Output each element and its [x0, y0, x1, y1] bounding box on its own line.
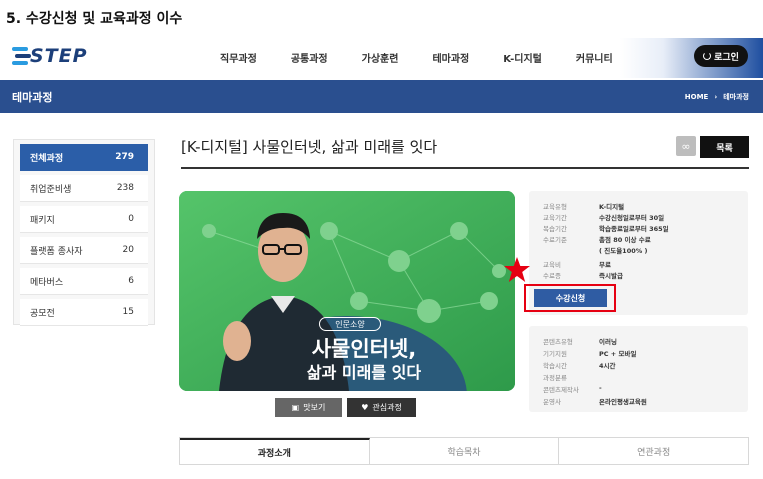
sidebar-item-label: 취업준비생 — [30, 184, 72, 195]
info-row-category: 과정분류 — [543, 374, 567, 382]
nav-item-community[interactable]: 커뮤니티 — [576, 50, 613, 65]
sidebar-item-label: 플랫폼 종사자 — [30, 246, 83, 257]
sidebar-item-contest[interactable]: 공모전 15 — [20, 299, 148, 326]
screen-icon: ▣ — [291, 403, 300, 412]
main-menu: 직무과정 공통과정 가상훈련 테마과정 K-디지털 커뮤니티 — [220, 50, 647, 65]
nav-item-k-digital[interactable]: K-디지털 — [503, 50, 542, 65]
breadcrumb-home[interactable]: HOME — [685, 93, 709, 101]
star-marker-icon — [504, 257, 530, 282]
sidebar-item-package[interactable]: 패키지 0 — [20, 206, 148, 233]
sidebar-item-label: 전체과정 — [30, 153, 64, 164]
category-sidebar: 전체과정 279 취업준비생 238 패키지 0 플랫폼 종사자 20 메타버스… — [13, 139, 155, 326]
sidebar-item-label: 패키지 — [30, 215, 55, 226]
info-row-type: 교육유형 K-디지털 — [543, 203, 625, 211]
login-button[interactable]: 로그인 — [694, 45, 748, 67]
top-navigation: STEP 직무과정 공통과정 가상훈련 테마과정 K-디지털 커뮤니티 로그인 — [0, 38, 763, 78]
step-logo[interactable]: STEP — [12, 45, 88, 67]
document-heading: 5. 수강신청 및 교육과정 이수 — [6, 11, 183, 27]
info-row-review: 복습기간 학습종료일로부터 365일 — [543, 225, 669, 233]
wishlist-button[interactable]: ♥ 관심과정 — [347, 398, 416, 417]
sidebar-item-count: 279 — [115, 152, 134, 162]
link-icon: ∞ — [681, 139, 691, 153]
wishlist-label: 관심과정 — [372, 403, 402, 412]
preview-button[interactable]: ▣ 맛보기 — [275, 398, 342, 417]
enroll-button[interactable]: 수강신청 — [534, 289, 607, 307]
info-row-completion: 수료기준 총점 80 이상 수료 — [543, 236, 651, 244]
nav-item-theme-course[interactable]: 테마과정 — [432, 50, 469, 65]
info-row-study-time: 학습시간 4시간 — [543, 362, 616, 370]
sidebar-item-all[interactable]: 전체과정 279 — [20, 144, 148, 171]
thumbnail-category-tag: 인문소양 — [319, 317, 381, 331]
sidebar-item-count: 238 — [116, 183, 134, 193]
content-info-panel: 콘텐츠유형 이러닝 기기지원 PC + 모바일 학습시간 4시간 과정분류 콘텐츠제작… — [529, 326, 748, 412]
info-row-fee: 교육비 무료 — [543, 261, 611, 269]
power-icon — [703, 52, 712, 60]
sidebar-item-label: 메타버스 — [30, 277, 64, 288]
info-row-operator: 운영사 온라인평생교육원 — [543, 398, 647, 406]
tab-related-courses[interactable]: 연관과정 — [559, 438, 748, 464]
login-label: 로그인 — [714, 52, 739, 63]
nav-item-virtual-training[interactable]: 가상훈련 — [362, 50, 399, 65]
sidebar-item-count: 20 — [122, 245, 134, 255]
course-detail-tabs: 과정소개 학습목차 연관과정 — [179, 437, 749, 465]
sidebar-item-count: 6 — [128, 276, 134, 286]
nav-item-job-course[interactable]: 직무과정 — [220, 50, 257, 65]
nav-item-common-course[interactable]: 공통과정 — [291, 50, 328, 65]
thumbnail-title-line2: 삶과 미래를 잇다 — [306, 363, 422, 382]
sidebar-item-platform-workers[interactable]: 플랫폼 종사자 20 — [20, 237, 148, 264]
course-thumbnail: 인문소양 사물인터넷, 삶과 미래를 잇다 — [179, 191, 515, 391]
sidebar-item-metaverse[interactable]: 메타버스 6 — [20, 268, 148, 295]
preview-label: 맛보기 — [303, 403, 326, 412]
tab-curriculum[interactable]: 학습목차 — [370, 438, 560, 464]
info-row-progress-req: ( 진도율100% ) — [599, 247, 648, 255]
share-link-button[interactable]: ∞ — [676, 136, 696, 156]
sidebar-item-count: 15 — [122, 307, 134, 317]
info-row-device: 기기지원 PC + 모바일 — [543, 350, 637, 358]
course-title: [K-디지털] 사물인터넷, 삶과 미래를 잇다 — [181, 138, 438, 156]
tab-course-intro[interactable]: 과정소개 — [180, 438, 370, 464]
breadcrumb: HOME › 테마과정 — [685, 92, 749, 102]
info-row-content-type: 콘텐츠유형 이러닝 — [543, 338, 617, 346]
chevron-right-icon: › — [714, 93, 718, 101]
list-button[interactable]: 목록 — [700, 136, 749, 158]
section-title: 테마과정 — [12, 91, 53, 104]
title-divider — [181, 167, 749, 169]
info-row-producer: 콘텐츠제작사 - — [543, 384, 602, 394]
info-row-period: 교육기간 수강신청일로부터 30일 — [543, 214, 665, 222]
section-banner: 테마과정 HOME › 테마과정 — [0, 80, 763, 113]
sidebar-item-count: 0 — [128, 214, 134, 224]
sidebar-item-job-seekers[interactable]: 취업준비생 238 — [20, 175, 148, 202]
heart-icon: ♥ — [361, 403, 369, 412]
sidebar-item-label: 공모전 — [30, 308, 55, 319]
logo-text: STEP — [30, 45, 88, 67]
info-row-certificate: 수료증 즉시발급 — [543, 272, 623, 280]
step-logo-icon — [12, 45, 31, 67]
breadcrumb-current[interactable]: 테마과정 — [723, 92, 749, 102]
